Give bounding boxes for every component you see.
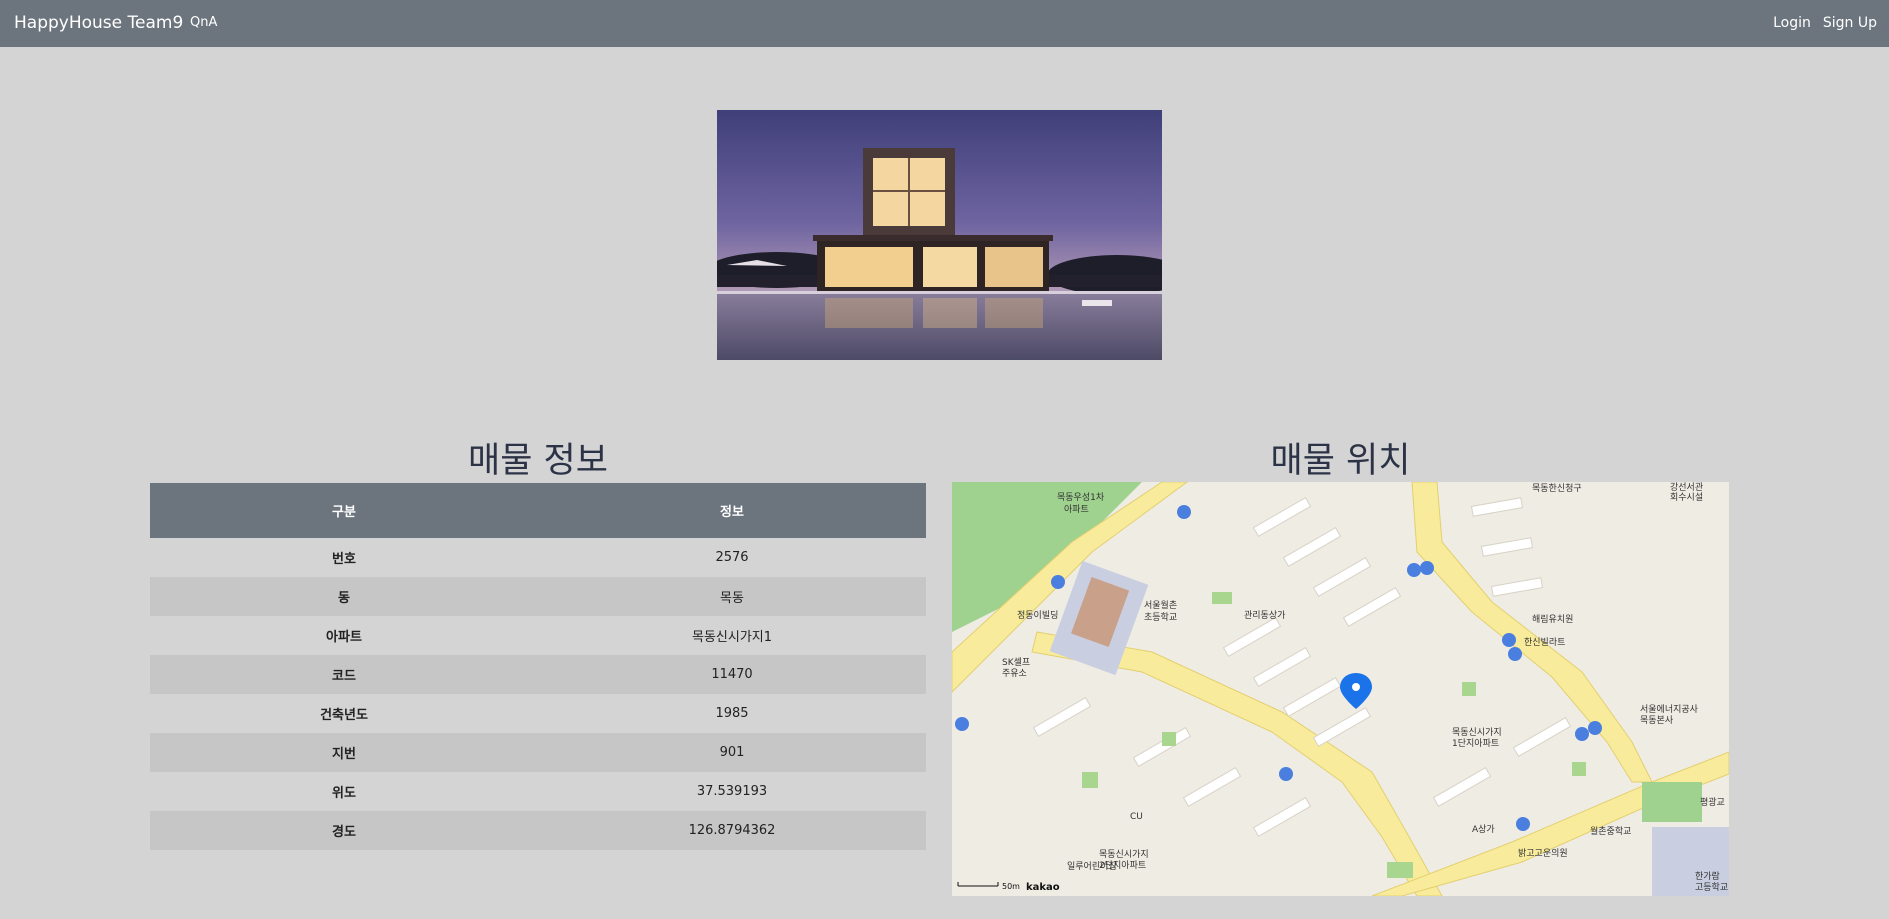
table-row: 아파트 목동신시가지1 xyxy=(150,616,926,655)
row-key: 경도 xyxy=(150,811,538,850)
location-map[interactable]: 목동우성1차 아파트서울월촌 초등학교 관리동상가 정동이빌딩 SK셀프 주유소 해림유치원한… xyxy=(952,482,1729,896)
login-link[interactable]: Login xyxy=(1773,15,1811,31)
nav-auth-links: Login Sign Up xyxy=(1773,15,1877,31)
map-place-label: 한가람 xyxy=(1695,870,1720,882)
map-place-label: 아파트 xyxy=(1064,504,1089,515)
row-key: 위도 xyxy=(332,786,356,801)
kakao-logo: kakao xyxy=(1026,882,1060,893)
brand-link[interactable]: HappyHouse Team9 xyxy=(14,13,183,33)
map-place-label: A상가 xyxy=(1472,824,1495,835)
map-place-label: 초등학교 xyxy=(1144,612,1177,623)
map-place-label: 평광교 xyxy=(1700,796,1725,808)
map-place-label: 주유소 xyxy=(1002,668,1027,679)
map-place-label: 해림유치원 xyxy=(1532,613,1573,625)
table-row: 동 목동 xyxy=(150,577,926,616)
row-value: 2576 xyxy=(715,550,749,565)
map-place-label: 목동신시가지 xyxy=(1099,849,1149,860)
row-value: 목동 xyxy=(538,577,926,616)
map-place-label: 한신빌라트 xyxy=(1524,637,1565,648)
row-key: 번호 xyxy=(332,552,356,567)
map-place-label: 회수시설 xyxy=(1670,492,1703,503)
row-key: 아파트 xyxy=(326,630,362,645)
row-key: 지번 xyxy=(150,733,538,772)
table-row: 코드 11470 xyxy=(150,655,926,694)
header-category: 구분 xyxy=(150,483,538,538)
map-place-label: 2단지아파트 xyxy=(1099,860,1146,871)
map-place-label: 정동이빌딩 xyxy=(1017,610,1058,621)
map-place-label: 밝고고운의원 xyxy=(1518,848,1568,859)
map-scale-label: 50m xyxy=(1002,882,1020,891)
map-place-label: 관리동상가 xyxy=(1244,610,1285,621)
map-place-label: 서울에너지공사 xyxy=(1640,704,1699,715)
row-key: 동 xyxy=(150,577,538,616)
map-place-label: 강선서관 xyxy=(1670,482,1703,493)
info-section-title: 매물 정보 xyxy=(468,441,608,481)
property-info-table: 구분 정보 번호 2576 동 목동 아파트 목동신시가지1 코드 11470 … xyxy=(150,483,926,850)
map-place-label: 목동신시가지 xyxy=(1452,727,1502,738)
table-row: 위도 37.539193 xyxy=(150,772,926,811)
row-value: 11470 xyxy=(538,655,926,694)
header-info: 정보 xyxy=(538,483,926,538)
map-place-label: 목동우성1차 xyxy=(1057,491,1105,503)
map-place-label: CU xyxy=(1130,812,1143,822)
row-value: 126.8794362 xyxy=(538,811,926,850)
row-value: 901 xyxy=(538,733,926,772)
table-row: 번호 2576 xyxy=(150,538,926,577)
row-key: 코드 xyxy=(150,655,538,694)
table-row: 경도 126.8794362 xyxy=(150,811,926,850)
map-place-label: SK셀프 xyxy=(1002,657,1030,668)
house-hero-image xyxy=(717,110,1162,360)
map-place-label: 월촌중학교 xyxy=(1590,825,1631,837)
top-navbar: HappyHouse Team9 QnA Login Sign Up xyxy=(0,0,1889,47)
signup-link[interactable]: Sign Up xyxy=(1823,15,1877,31)
map-place-label: 서울월촌 xyxy=(1144,599,1177,611)
row-value: 목동신시가지1 xyxy=(691,630,773,645)
nav-qna-link[interactable]: QnA xyxy=(190,15,217,30)
map-place-label: 고등학교 xyxy=(1695,882,1728,893)
table-header-row: 구분 정보 xyxy=(150,483,926,538)
row-key: 건축년도 xyxy=(320,708,368,723)
row-value: 37.539193 xyxy=(696,784,768,799)
row-value: 1985 xyxy=(715,706,749,721)
table-row: 건축년도 1985 xyxy=(150,694,926,733)
map-place-label: 목동한신청구 xyxy=(1532,483,1582,494)
table-row: 지번 901 xyxy=(150,733,926,772)
map-place-label: 목동본사 xyxy=(1640,715,1674,726)
map-section-title: 매물 위치 xyxy=(1270,441,1411,481)
map-place-label: 1단지아파트 xyxy=(1452,738,1499,749)
